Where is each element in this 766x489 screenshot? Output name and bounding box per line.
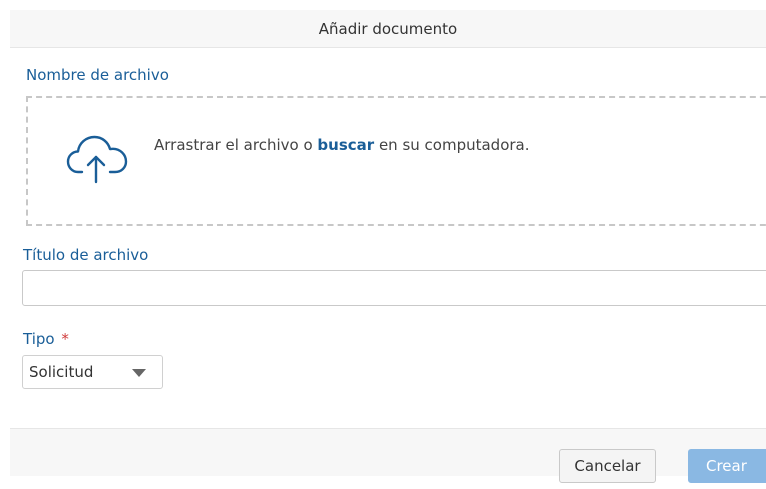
file-dropzone[interactable]: Arrastrar el archivo o buscar en su comp… bbox=[26, 96, 766, 226]
type-selected-value: Solicitud bbox=[29, 363, 94, 381]
type-label-text: Tipo bbox=[23, 330, 55, 348]
dialog-footer: Cancelar Crear bbox=[10, 428, 766, 483]
cloud-upload-icon bbox=[66, 135, 128, 184]
type-label: Tipo * bbox=[23, 330, 69, 348]
add-document-dialog: Añadir documento Nombre de archivo Arras… bbox=[10, 10, 766, 483]
dropzone-text: Arrastrar el archivo o buscar en su comp… bbox=[154, 136, 530, 154]
dropzone-text-after: en su computadora. bbox=[374, 136, 530, 154]
dialog-header: Añadir documento bbox=[10, 10, 766, 48]
cancel-button[interactable]: Cancelar bbox=[559, 449, 656, 483]
file-title-input[interactable] bbox=[22, 270, 766, 306]
file-title-label: Título de archivo bbox=[23, 246, 149, 264]
required-marker: * bbox=[61, 330, 69, 348]
type-select[interactable]: Solicitud bbox=[22, 355, 163, 389]
dialog-title: Añadir documento bbox=[318, 19, 458, 38]
chevron-down-icon bbox=[132, 369, 146, 377]
dropzone-text-before: Arrastrar el archivo o bbox=[154, 136, 318, 154]
browse-link[interactable]: buscar bbox=[317, 136, 374, 154]
file-name-label: Nombre de archivo bbox=[26, 66, 169, 84]
create-button[interactable]: Crear bbox=[688, 449, 766, 483]
